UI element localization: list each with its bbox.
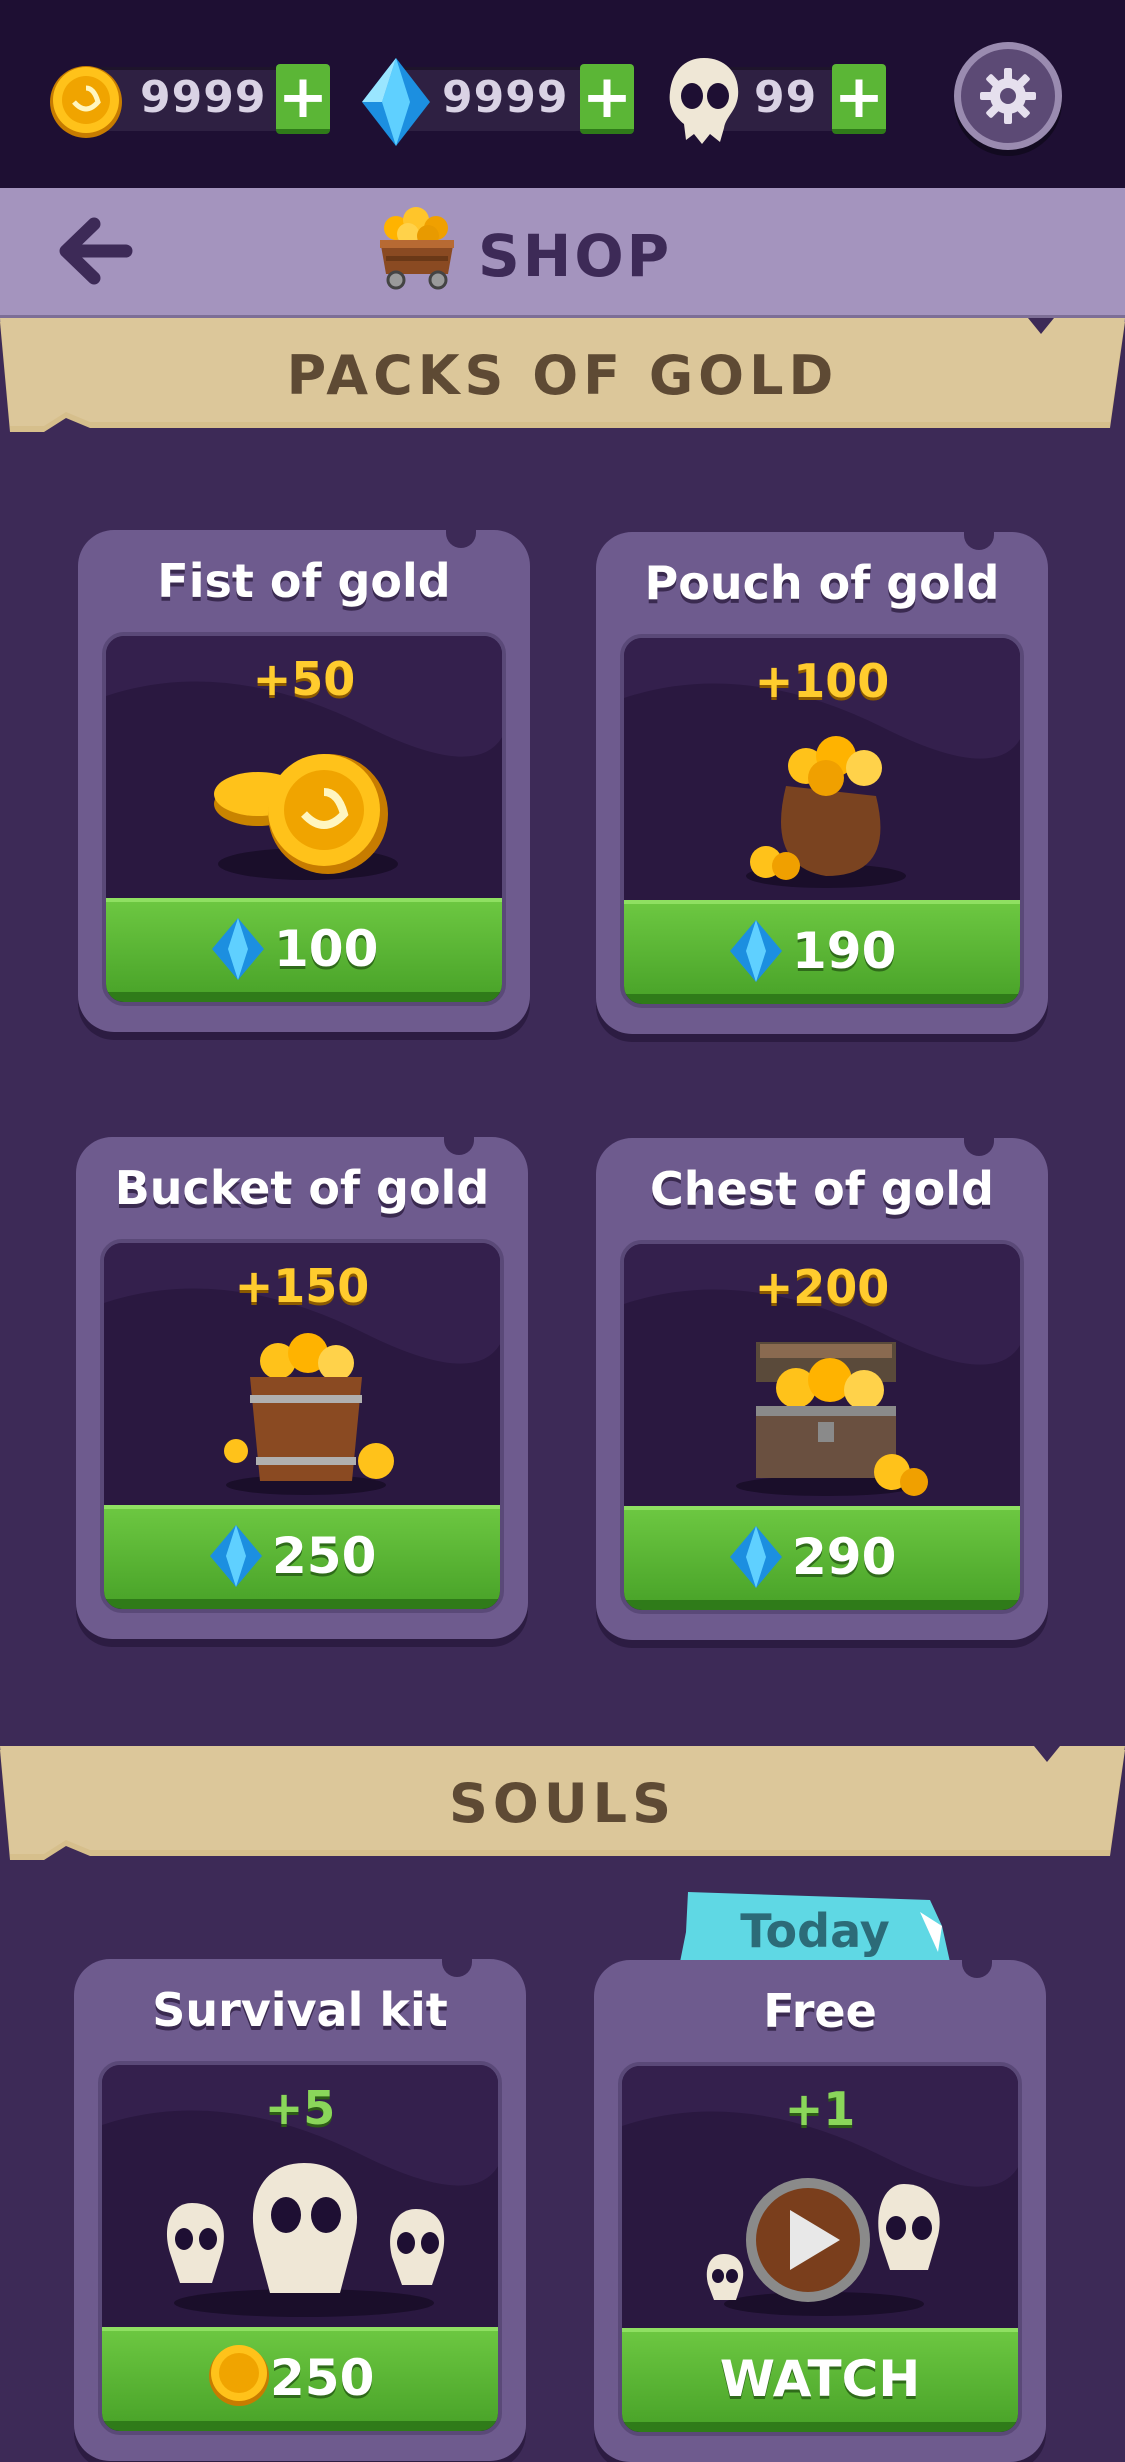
section-title: SOULS [449, 1772, 676, 1835]
add-souls-button[interactable]: + [832, 64, 886, 134]
blue-gem-icon [362, 58, 430, 146]
shop-item-pouch-of-gold[interactable]: Pouch of gold +100 190 [596, 526, 1048, 1034]
gold-coin-icon [209, 2345, 269, 2406]
price-label: 250 [272, 1527, 377, 1585]
section-banner-gold: PACKS OF GOLD [0, 318, 1125, 436]
today-label: Today [740, 1904, 890, 1958]
shop-item-fist-of-gold[interactable]: Fist of gold +50 100 [78, 524, 530, 1032]
blue-gem-icon [210, 1525, 262, 1587]
section-banner-souls: SOULS [0, 1746, 1125, 1864]
shop-header: SHOP [0, 188, 1125, 322]
item-amount: +1 [784, 2082, 856, 2136]
price-label: 190 [792, 922, 897, 980]
gold-value: 9999 [140, 72, 267, 123]
item-amount: +50 [252, 652, 356, 706]
play-video-icon [706, 2178, 940, 2316]
buy-button[interactable]: 250 [102, 2327, 498, 2431]
back-arrow-icon[interactable] [58, 216, 134, 286]
gold-chest-icon [736, 1342, 928, 1496]
shop-item-survival-kit[interactable]: Survival kit +5 250 [74, 1953, 526, 2461]
gear-icon [980, 68, 1036, 124]
skull-icon [669, 58, 739, 144]
price-label: 290 [792, 1528, 897, 1586]
cart-icon [380, 207, 454, 290]
gold-coins-icon [214, 754, 398, 880]
gems-counter: 9999 + [356, 58, 638, 146]
buy-button[interactable]: 290 [624, 1506, 1020, 1610]
add-gold-button[interactable]: + [276, 64, 330, 134]
settings-button[interactable] [954, 42, 1062, 150]
gold-pouch-icon [746, 736, 906, 888]
item-amount: +100 [754, 654, 890, 708]
souls-value: 99 [754, 72, 818, 123]
blue-gem-icon [212, 918, 264, 980]
gold-coin-icon [50, 66, 122, 138]
add-gems-button[interactable]: + [580, 64, 634, 134]
buy-button[interactable]: 190 [624, 900, 1020, 1004]
souls-counter: 99 + [662, 58, 888, 144]
resource-bar: 9999 + 9999 + 99 + [0, 0, 1125, 188]
item-amount: +150 [234, 1259, 370, 1313]
item-amount: +200 [754, 1260, 890, 1314]
gems-value: 9999 [442, 72, 569, 123]
shop-item-chest-of-gold[interactable]: Chest of gold +200 290 [596, 1132, 1048, 1640]
price-label: 250 [270, 2349, 375, 2407]
item-amount: +5 [264, 2081, 336, 2135]
price-label: 100 [274, 920, 379, 978]
page-title: SHOP [478, 222, 673, 290]
watch-button[interactable]: WATCH [622, 2328, 1018, 2432]
shop-item-bucket-of-gold[interactable]: Bucket of gold +150 250 [76, 1131, 528, 1639]
blue-gem-icon [730, 1526, 782, 1588]
gold-counter: 9999 + [48, 62, 330, 138]
item-title: Chest of gold [650, 1162, 994, 1216]
skulls-icon [166, 2163, 445, 2317]
item-title: Survival kit [152, 1983, 448, 2037]
section-title: PACKS OF GOLD [286, 344, 839, 407]
gold-bucket-icon [224, 1333, 394, 1495]
item-title: Free [763, 1984, 877, 2038]
today-badge: Today [680, 1892, 950, 1962]
watch-label: WATCH [719, 2350, 921, 2408]
item-title: Fist of gold [157, 554, 451, 608]
item-title: Pouch of gold [644, 556, 1000, 610]
buy-button[interactable]: 100 [106, 898, 502, 1002]
blue-gem-icon [730, 920, 782, 982]
buy-button[interactable]: 250 [104, 1505, 500, 1609]
shop-item-free-soul[interactable]: Free +1 WATCH [594, 1954, 1046, 2462]
item-title: Bucket of gold [114, 1161, 490, 1215]
